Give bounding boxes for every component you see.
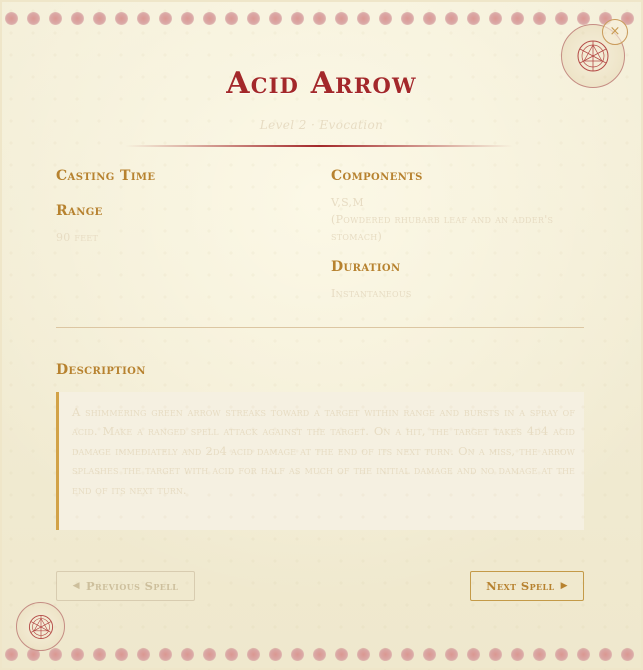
border-dot [533,648,546,661]
border-dot [71,648,84,661]
range-value: 90 feet [56,231,99,244]
spell-title: Acid Arrow [226,66,417,101]
border-dot [533,12,546,25]
border-dot [137,648,150,661]
arcane-sigil-icon [16,602,65,651]
casting-time-label: Casting Time [56,168,156,184]
components-material-detail: (Powdered rhubarb leaf and an adder's st… [331,213,554,243]
border-dot [555,648,568,661]
border-dot [335,12,348,25]
border-dot [5,12,18,25]
title-divider [125,145,513,147]
border-dot [357,12,370,25]
border-dot [423,648,436,661]
border-dot [401,12,414,25]
range-label: Range [56,203,103,219]
border-dot [71,12,84,25]
border-dot [93,12,106,25]
border-dot [137,12,150,25]
border-dot [291,12,304,25]
border-dot [115,648,128,661]
border-dot [203,12,216,25]
border-dot [577,12,590,25]
border-dot [203,648,216,661]
border-dot [489,12,502,25]
border-dot [445,648,458,661]
close-button[interactable]: × [602,19,628,45]
border-dot [5,648,18,661]
border-dot [225,648,238,661]
border-dot [379,648,392,661]
border-dot [115,12,128,25]
border-dot [423,12,436,25]
border-dot [269,12,282,25]
border-dot [93,648,106,661]
components-value: V,S,M [331,196,364,209]
components-label: Components [331,168,423,184]
chevron-right-icon: ▶ [560,581,568,591]
section-divider [56,327,584,328]
border-dot [291,648,304,661]
border-dot [467,648,480,661]
decorative-dot-border-top [0,10,643,28]
border-dot [577,648,590,661]
border-dot [247,648,260,661]
description-label: Description [56,362,146,378]
border-dot [445,12,458,25]
border-dot [159,648,172,661]
border-dot [489,648,502,661]
border-dot [313,648,326,661]
border-dot [467,12,480,25]
border-dot [511,12,524,25]
border-dot [269,648,282,661]
border-dot [27,12,40,25]
previous-spell-button[interactable]: ◀ Previous Spell [56,571,195,601]
border-dot [621,648,634,661]
border-dot [555,12,568,25]
spell-card: × Acid Arrow Level 2 · Evocation Casting… [0,0,643,670]
duration-label: Duration [331,259,401,275]
border-dot [49,648,62,661]
border-dot [511,648,524,661]
border-dot [335,648,348,661]
border-dot [225,12,238,25]
border-dot [401,648,414,661]
border-dot [379,12,392,25]
next-spell-label: Next Spell [486,579,555,593]
border-dot [247,12,260,25]
border-dot [181,648,194,661]
border-dot [313,12,326,25]
border-dot [181,12,194,25]
chevron-left-icon: ◀ [72,581,80,591]
border-dot [357,648,370,661]
spell-level-school: Level 2 · Evocation [259,118,384,132]
decorative-dot-border-bottom [0,646,643,664]
border-dot [49,12,62,25]
border-dot [599,648,612,661]
border-dot [159,12,172,25]
description-box: A shimmering green arrow streaks toward … [56,392,584,530]
duration-value: Instantaneous [331,287,412,300]
previous-spell-label: Previous Spell [85,579,179,593]
next-spell-button[interactable]: Next Spell ▶ [470,571,584,601]
description-text: A shimmering green arrow streaks toward … [72,405,575,497]
